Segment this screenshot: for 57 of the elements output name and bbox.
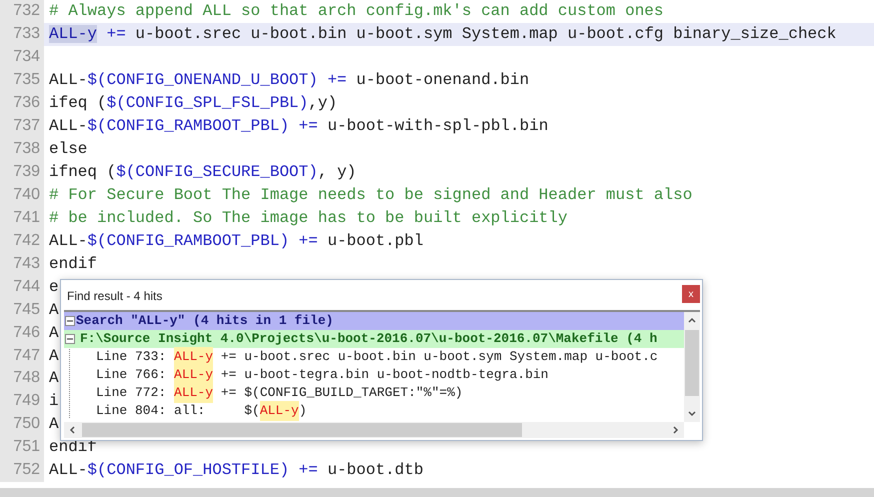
code-line: # Always append ALL so that arch config.mk's can add custom ones <box>49 1 664 22</box>
line-number: 743 <box>0 252 44 276</box>
search-summary-row[interactable]: Search "ALL-y" (4 hits in 1 file) <box>64 312 684 330</box>
code-line: endif <box>49 254 98 275</box>
line-number: 734 <box>0 46 44 69</box>
code-line: e <box>49 276 59 298</box>
code-line: A <box>49 368 59 390</box>
code-line: i <box>49 391 59 412</box>
code-line: A <box>49 322 59 344</box>
code-line: ifeq ($(CONFIG_SPL_FSL_PBL),y) <box>49 93 338 114</box>
file-path-row[interactable]: F:\Source Insight 4.0\Projects\u-boot-2016.07\u-boot-2016.07\Makefile (4 h <box>64 330 684 348</box>
code-line: # be included. So The image has to be built explicitly <box>49 208 568 229</box>
code-line: ALL-$(CONFIG_RAMBOOT_PBL) += u-boot.pbl <box>49 230 424 252</box>
line-number: 735 <box>0 68 44 92</box>
current-code-line: ALL-y += u-boot.srec u-boot.bin u-boot.sym System.map u-boot.cfg binary_size_check <box>49 24 836 46</box>
code-line: A <box>49 300 59 321</box>
horizontal-scrollbar[interactable] <box>64 422 684 438</box>
line-number: 741 <box>0 206 44 230</box>
code-line: ALL-$(CONFIG_OF_HOSTFILE) += u-boot.dtb <box>49 460 424 482</box>
line-number: 733 <box>0 22 44 46</box>
code-line: else <box>49 139 88 160</box>
close-button[interactable]: x <box>682 285 700 303</box>
line-number: 736 <box>0 92 44 115</box>
code-line: # For Secure Boot The Image needs to be signed and Header must also <box>49 184 692 206</box>
line-number: 747 <box>0 344 44 367</box>
code-line: ALL-$(CONFIG_RAMBOOT_PBL) += u-boot-with-spl-pbl.bin <box>49 116 548 138</box>
line-number: 732 <box>0 0 44 23</box>
line-number: 751 <box>0 436 44 459</box>
line-number: 740 <box>0 184 44 206</box>
scroll-down-icon[interactable] <box>688 411 696 417</box>
line-number: 749 <box>0 390 44 413</box>
code-line: ifneq ($(CONFIG_SECURE_BOOT), y) <box>49 162 356 184</box>
line-number: 752 <box>0 458 44 482</box>
hit-row[interactable]: Line 772: ALL-y += $(CONFIG_BUILD_TARGET:"%"=%) <box>64 384 684 402</box>
line-number: 745 <box>0 298 44 322</box>
line-number: 750 <box>0 412 44 436</box>
horizontal-scrollbar[interactable] <box>0 488 874 497</box>
scroll-right-icon[interactable] <box>673 426 679 434</box>
code-line: A <box>49 346 59 367</box>
hit-row[interactable]: Line 766: ALL-y += u-boot-tegra.bin u-boot-nodtb-tegra.bin <box>64 366 684 384</box>
code-line: A <box>49 414 59 436</box>
line-number: 737 <box>0 114 44 138</box>
scroll-up-icon[interactable] <box>688 317 696 323</box>
vertical-scrollbar[interactable] <box>684 312 700 422</box>
line-number: 748 <box>0 367 44 390</box>
line-number: 738 <box>0 138 44 161</box>
line-number: 739 <box>0 160 44 184</box>
panel-title: Find result - 4 hits <box>67 288 162 305</box>
code-line: ALL-$(CONFIG_ONENAND_U_BOOT) += u-boot-onenand.bin <box>49 70 530 92</box>
collapse-icon[interactable] <box>65 316 75 326</box>
line-number: 742 <box>0 229 44 252</box>
hit-row[interactable]: Line 804: all: $(ALL-y) <box>64 402 684 420</box>
scroll-left-icon[interactable] <box>69 426 75 434</box>
line-number: 744 <box>0 275 44 298</box>
collapse-icon[interactable] <box>65 334 75 344</box>
line-number: 746 <box>0 321 44 344</box>
hit-row[interactable]: Line 733: ALL-y += u-boot.srec u-boot.bin u-boot.sym System.map u-boot.c <box>64 348 684 366</box>
